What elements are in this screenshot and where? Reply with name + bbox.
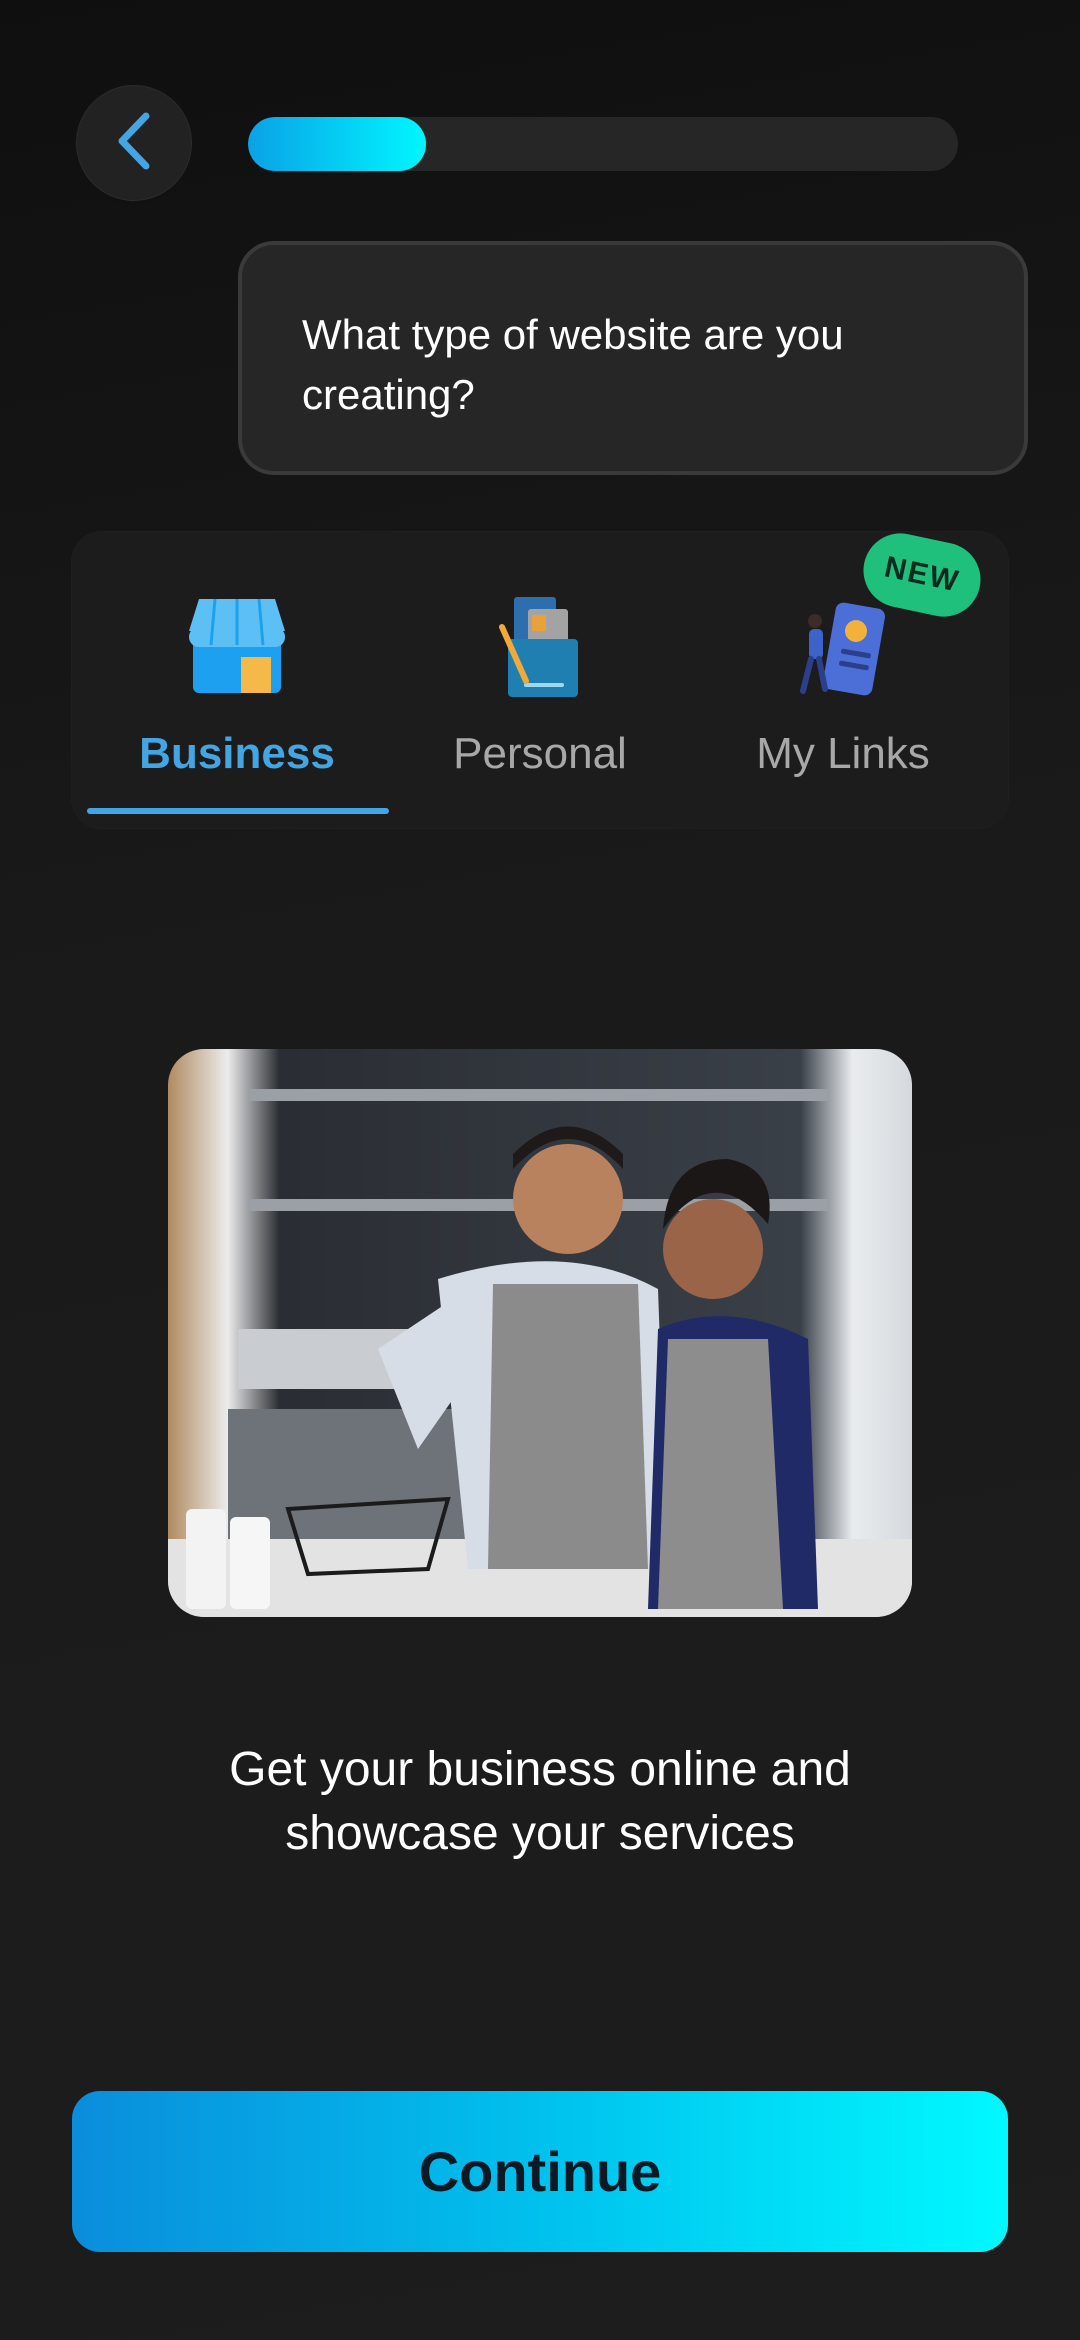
tab-label-personal: Personal — [453, 729, 627, 778]
tab-label-business: Business — [139, 729, 335, 778]
progress-bar-fill — [248, 117, 426, 171]
progress-bar — [248, 117, 958, 171]
question-bubble: What type of website are you creating? — [238, 241, 1028, 475]
portfolio-icon — [480, 587, 600, 707]
back-button[interactable] — [73, 82, 195, 204]
question-text: What type of website are you creating? — [302, 311, 844, 418]
active-tab-indicator — [87, 808, 389, 814]
continue-button-label: Continue — [418, 2140, 662, 2203]
tab-business[interactable]: Business — [87, 532, 387, 828]
link-in-bio-icon — [783, 587, 903, 707]
tab-label-my-links: My Links — [756, 729, 930, 778]
business-owners-photo — [168, 1049, 912, 1617]
tab-personal[interactable]: Personal — [390, 532, 690, 828]
chevron-left-icon — [112, 110, 156, 177]
description-text: Get your business online and showcase yo… — [229, 1743, 851, 1860]
storefront-icon — [177, 587, 297, 707]
continue-button[interactable]: Continue — [72, 2091, 1008, 2252]
